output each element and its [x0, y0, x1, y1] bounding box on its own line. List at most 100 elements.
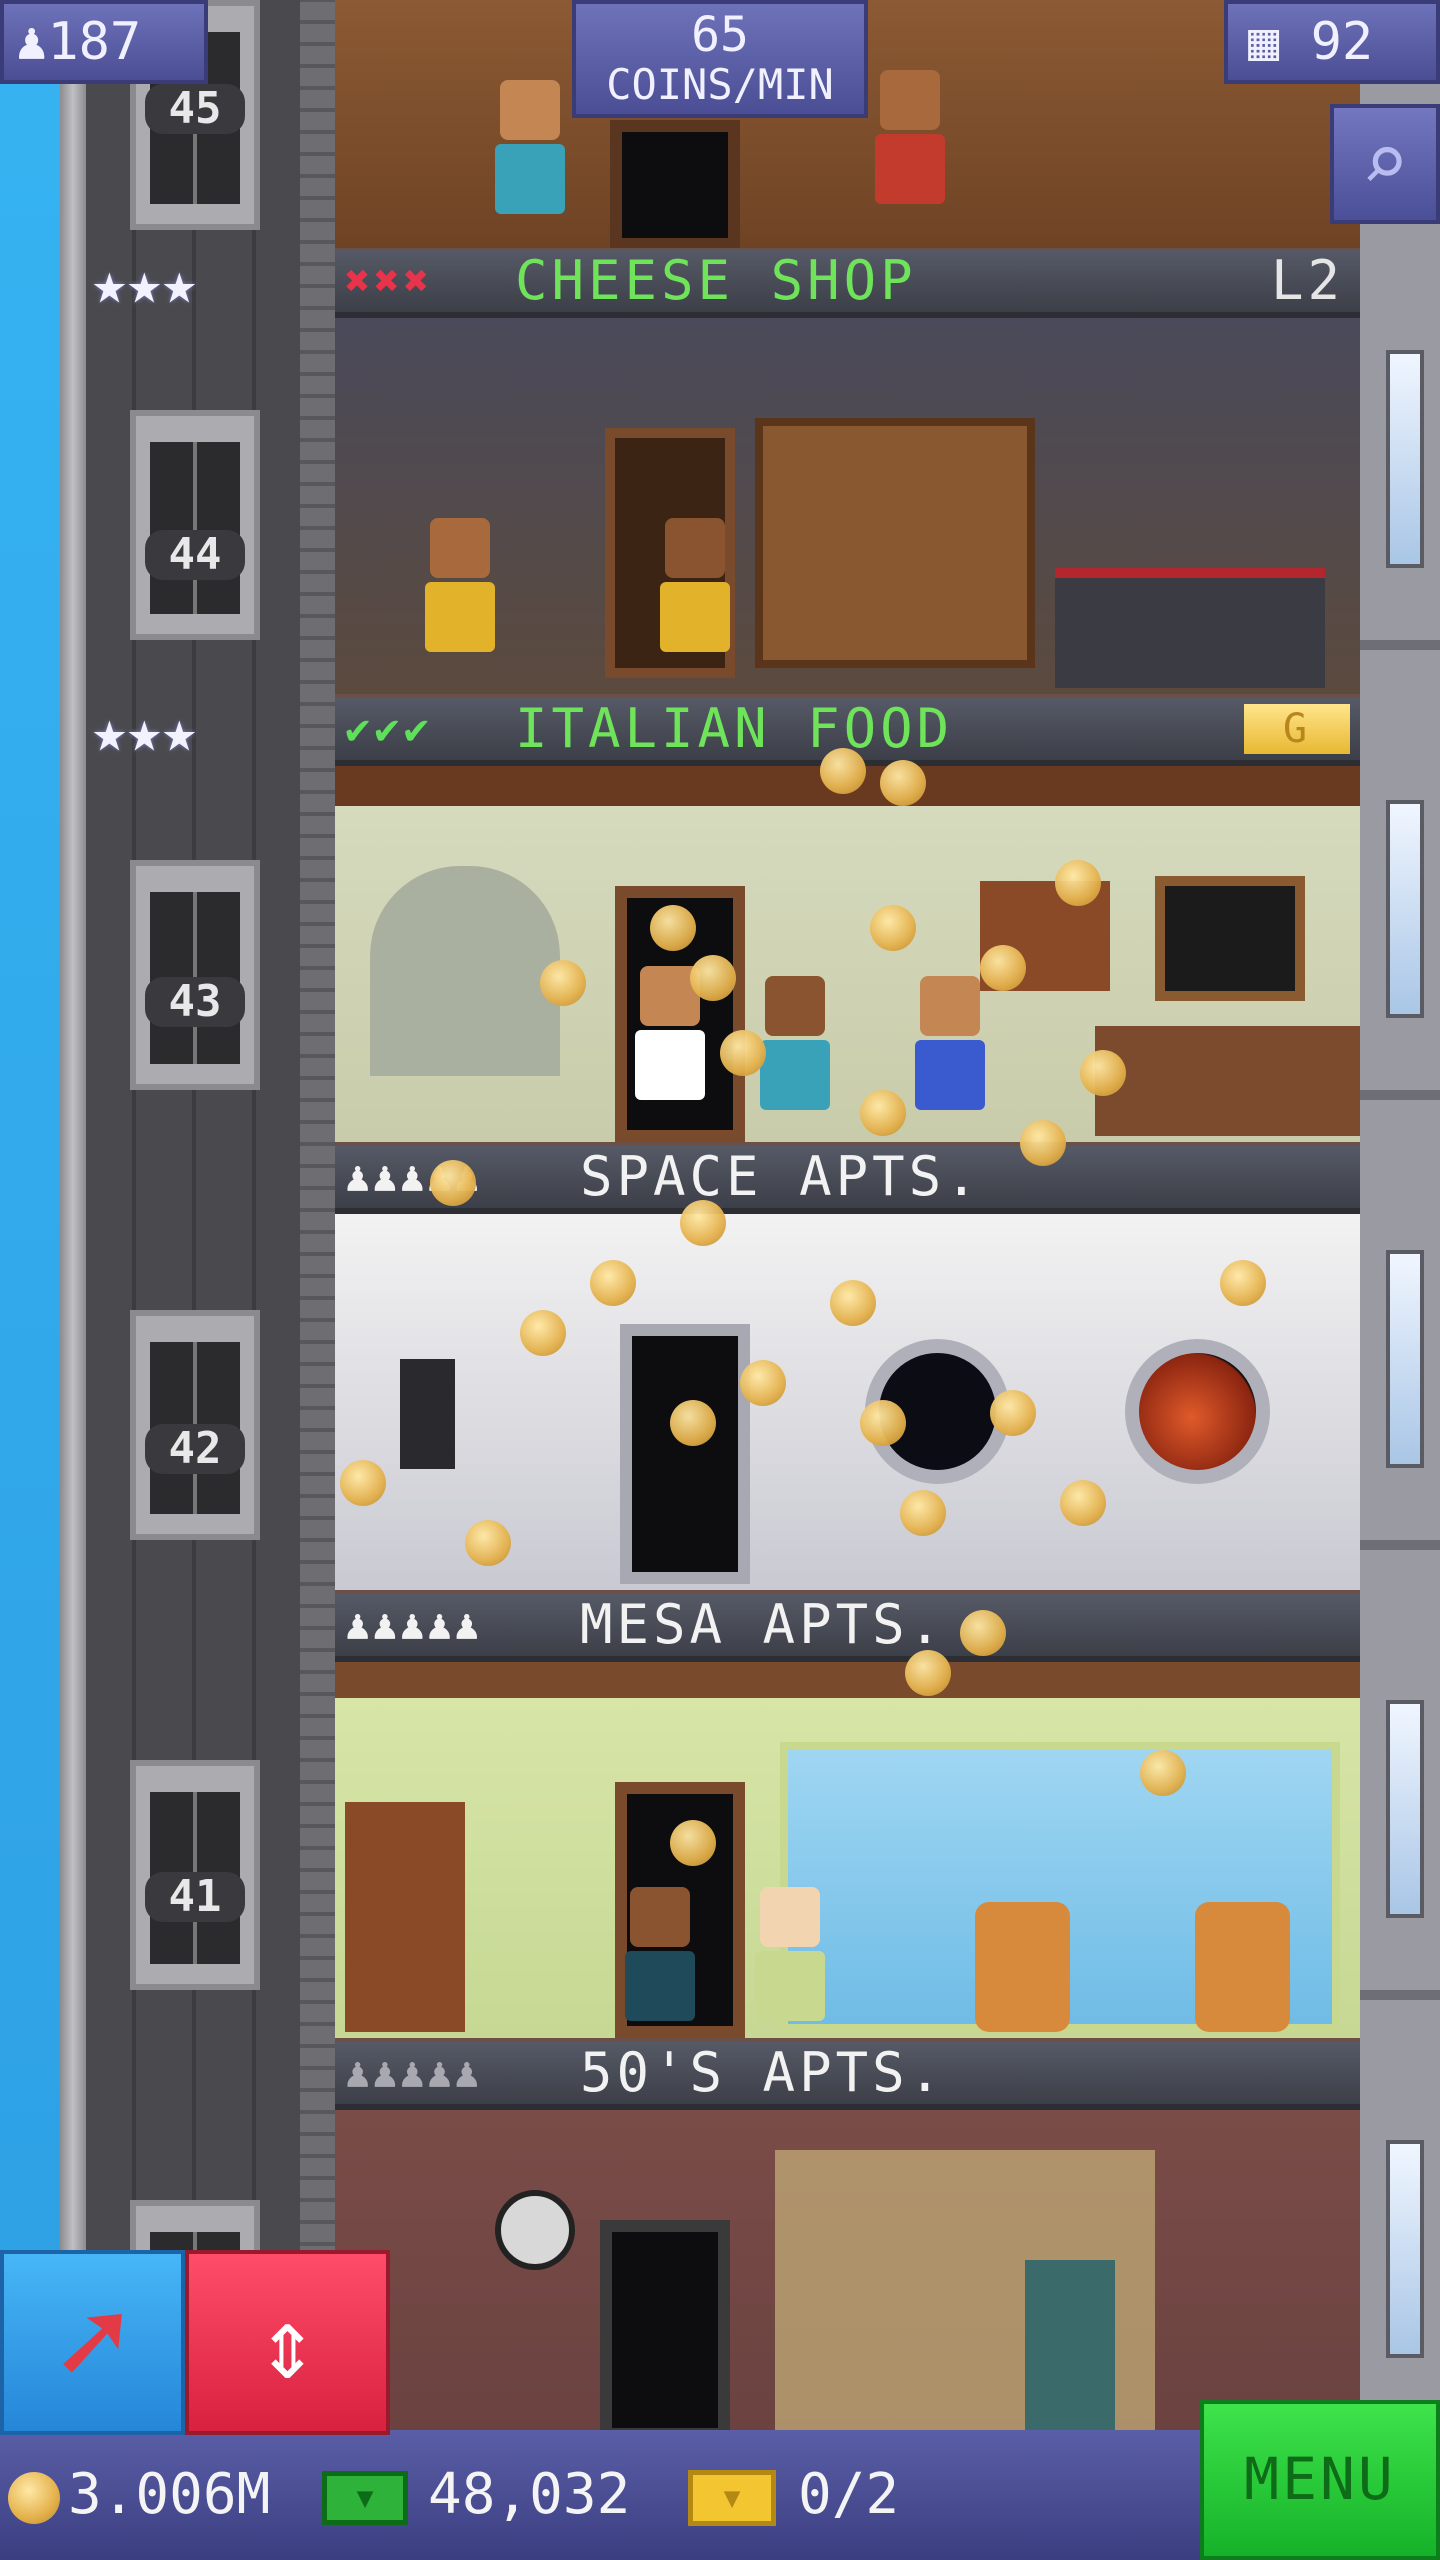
floor-number-41: 41: [145, 1872, 245, 1922]
resident[interactable]: [875, 70, 945, 210]
coin-icon[interactable]: [830, 1280, 876, 1326]
search-button[interactable]: ⌕: [1330, 104, 1440, 224]
coin-icon[interactable]: [340, 1460, 386, 1506]
coin-icon[interactable]: [820, 748, 866, 794]
floor-number-45: 45: [145, 84, 245, 134]
elevator-updown-icon: ⇕: [257, 2285, 318, 2402]
coin-icon[interactable]: [520, 1310, 566, 1356]
floor-label-50s-apts[interactable]: ♟♟♟♟♟ 50'S APTS.: [335, 2042, 1360, 2110]
bux-value: 48,032: [428, 2462, 631, 2527]
population-value: 187: [47, 12, 142, 72]
elevator-cables: [120, 0, 270, 2440]
side-window: [1386, 2140, 1424, 2358]
shop-worker[interactable]: [425, 518, 495, 658]
coin-icon[interactable]: [430, 1160, 476, 1206]
resident[interactable]: [495, 80, 565, 220]
coin-icon[interactable]: [740, 1360, 786, 1406]
chalkboard-menu: [1155, 876, 1305, 1001]
room-mesa-apts[interactable]: [335, 1662, 1360, 2038]
cheese-shelf: [755, 418, 1035, 668]
floor-level: L2: [1270, 249, 1344, 312]
coin-icon[interactable]: [880, 760, 926, 806]
elevator-button[interactable]: ⇕: [185, 2250, 390, 2435]
coins-per-min-panel[interactable]: 65 COINS/MIN: [572, 0, 868, 118]
floor-name: 50'S APTS.: [580, 2041, 946, 2104]
door: [610, 120, 740, 248]
stock-full-icon: ✔✔✔: [345, 704, 433, 753]
resident[interactable]: [755, 1887, 825, 2027]
coins-per-min-value: 65: [691, 7, 749, 63]
gold-badge[interactable]: G: [1244, 704, 1350, 754]
coin-icon[interactable]: [1060, 1480, 1106, 1526]
coin-icon[interactable]: [1080, 1050, 1126, 1096]
floors-counter[interactable]: ▦ 92: [1224, 0, 1440, 84]
bux-display[interactable]: ▼ 48,032: [322, 2430, 630, 2560]
cheese-shop-stars: ★★★: [92, 249, 302, 317]
coin-icon[interactable]: [650, 905, 696, 951]
shop-worker[interactable]: [660, 518, 730, 658]
clock-icon: [495, 2190, 575, 2270]
coin-icon[interactable]: [1140, 1750, 1186, 1796]
coin-icon[interactable]: [900, 1490, 946, 1536]
coin-icon[interactable]: [680, 1200, 726, 1246]
coin-icon[interactable]: [590, 1260, 636, 1306]
side-window: [1386, 1250, 1424, 1468]
armchair: [1195, 1902, 1290, 2032]
person-icon: ♟: [16, 12, 48, 72]
coin-icon[interactable]: [1055, 860, 1101, 906]
menu-label: MENU: [1244, 2445, 1396, 2513]
coin-icon[interactable]: [870, 905, 916, 951]
coin-icon[interactable]: [540, 960, 586, 1006]
stock-empty-icon: ✖✖✖: [345, 256, 433, 305]
coin-icon[interactable]: [980, 945, 1026, 991]
coin-icon[interactable]: [690, 955, 736, 1001]
visitor[interactable]: [760, 976, 830, 1116]
coin-icon[interactable]: [905, 1650, 951, 1696]
coin-icon[interactable]: [465, 1520, 511, 1566]
floor-name: ITALIAN FOOD: [515, 697, 954, 760]
visitor[interactable]: [915, 976, 985, 1116]
door: [620, 1324, 750, 1584]
population-counter[interactable]: ♟187: [0, 0, 208, 84]
star-icon: ★★★: [92, 249, 197, 317]
coin-icon[interactable]: [670, 1400, 716, 1446]
floor-label-cheese-shop[interactable]: ✖✖✖ CHEESE SHOP L2: [335, 250, 1360, 318]
counter: [1055, 568, 1325, 688]
coin-icon[interactable]: [1020, 1120, 1066, 1166]
side-window: [1386, 350, 1424, 568]
coin-icon[interactable]: [990, 1390, 1036, 1436]
bux-icon: ▼: [322, 2470, 408, 2525]
coin-icon[interactable]: [720, 1030, 766, 1076]
ticket-icon: ▼: [688, 2469, 776, 2526]
ceiling-beam: [335, 1662, 1360, 1698]
coin-icon[interactable]: [960, 1610, 1006, 1656]
coin-icon[interactable]: [860, 1090, 906, 1136]
sky-background: [0, 0, 60, 2560]
elevator-car-44[interactable]: [130, 410, 260, 640]
italian-food-stars: ★★★: [92, 702, 302, 763]
residents-icon: ♟♟♟♟♟: [345, 1600, 482, 1649]
door: [600, 2220, 730, 2440]
coin-icon[interactable]: [860, 1400, 906, 1446]
room-cheese-shop[interactable]: [335, 318, 1360, 694]
floor-label-space-apts[interactable]: ♟♟♟♟♟ SPACE APTS.: [335, 1146, 1360, 1214]
counter: [1095, 1026, 1360, 1136]
coin-icon[interactable]: [1220, 1260, 1266, 1306]
elevator-rail-right: [300, 0, 336, 2440]
floor-number-44: 44: [145, 530, 245, 580]
tickets-display[interactable]: ▼ 0/2: [688, 2430, 899, 2560]
elevator-car-43[interactable]: [130, 860, 260, 1090]
coins-display[interactable]: 3.006M: [8, 2430, 270, 2560]
raise-tower-button[interactable]: ➚: [0, 2250, 185, 2435]
room-italian-food[interactable]: [335, 766, 1360, 1142]
coin-icon[interactable]: [670, 1820, 716, 1866]
menu-button[interactable]: MENU: [1200, 2400, 1440, 2560]
floor-label-mesa-apts[interactable]: ♟♟♟♟♟ MESA APTS.: [335, 1594, 1360, 1662]
arrow-up-right-icon: ➚: [56, 2274, 129, 2413]
coins-value: 3.006M: [68, 2462, 271, 2527]
room-50s-apts[interactable]: [335, 2110, 1360, 2440]
floor-name: SPACE APTS.: [580, 1145, 982, 1208]
floor-number-43: 43: [145, 977, 245, 1027]
arched-window: [370, 866, 560, 1076]
resident[interactable]: [625, 1887, 695, 2027]
